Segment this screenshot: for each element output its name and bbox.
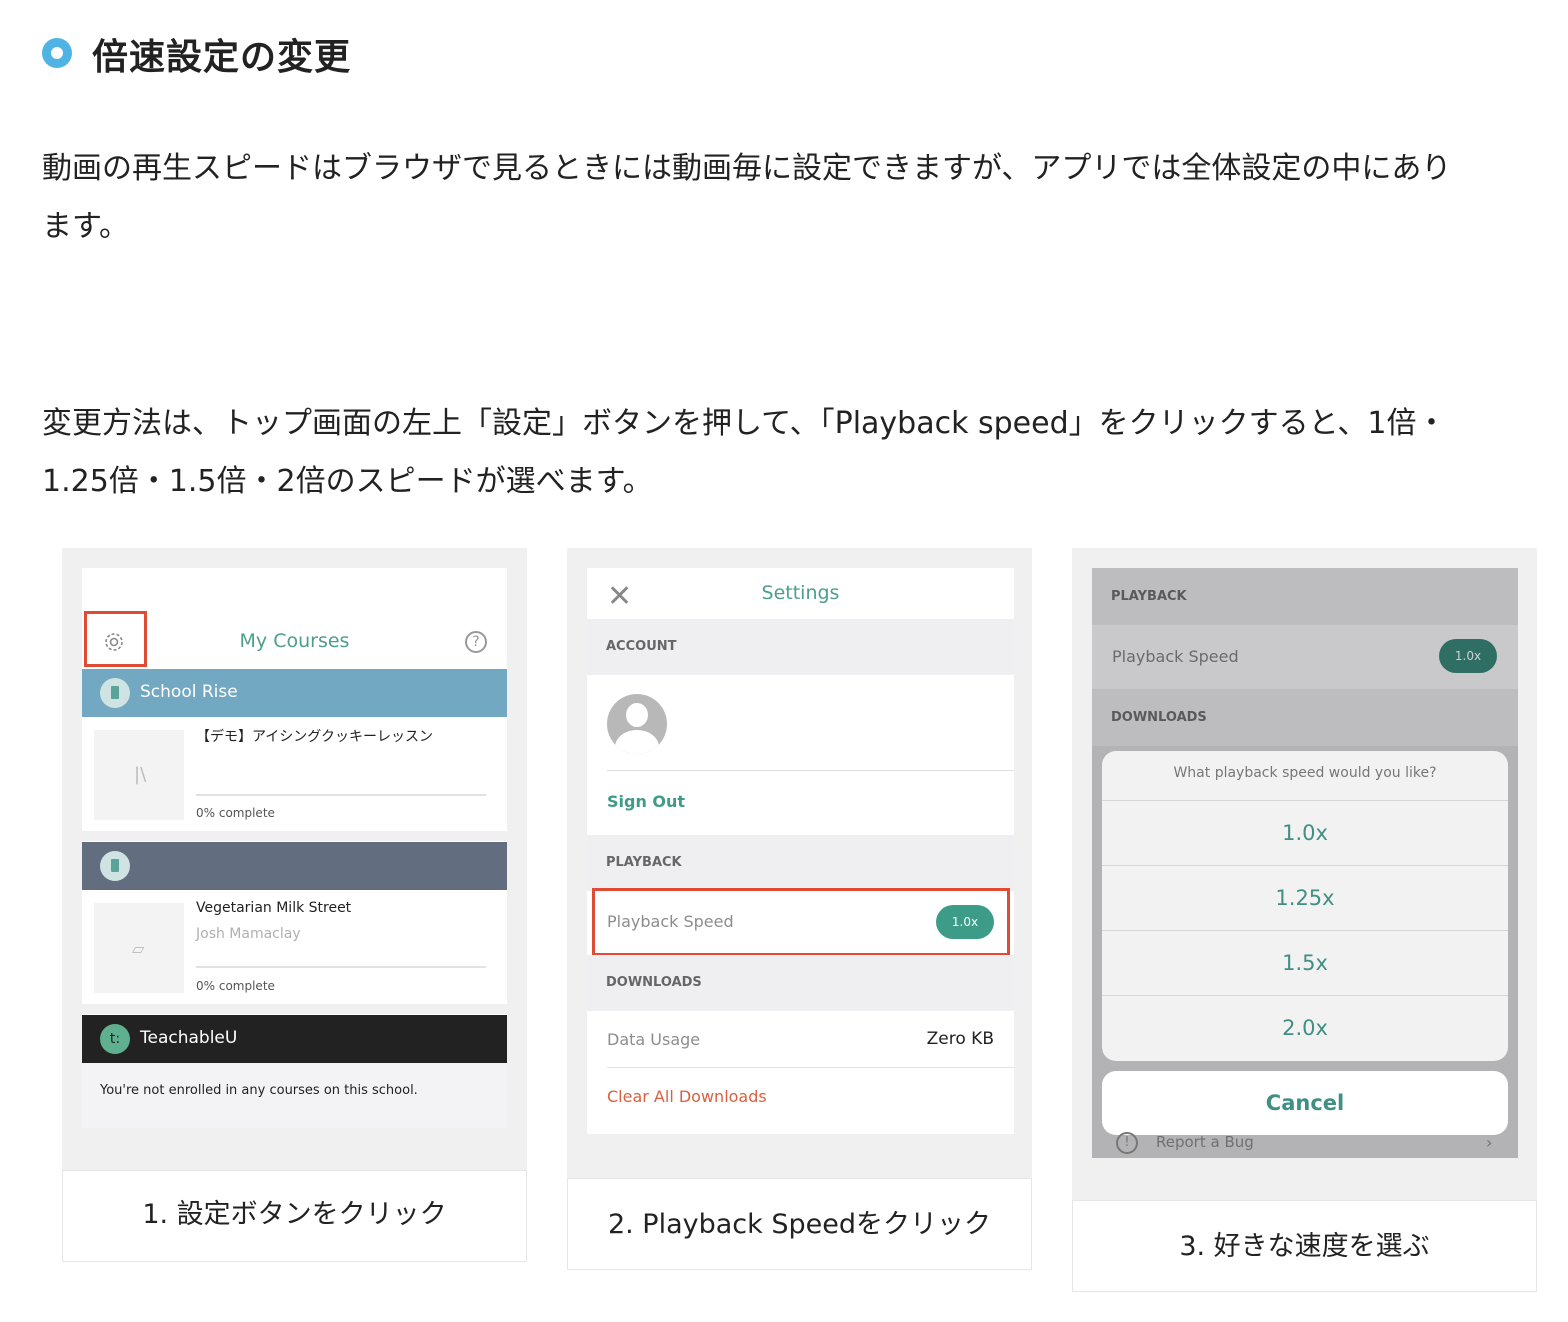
intro-paragraph: 動画の再生スピードはブラウザで見るときには動画毎に設定できますが、アプリでは全体… — [42, 140, 1542, 256]
speed-option-1-0x[interactable]: 1.0x — [1102, 800, 1508, 865]
step1-figure: My Courses ? School Rise |\ 【デモ】アイシングクッキ… — [62, 548, 527, 1262]
settings-title: Settings — [761, 582, 840, 604]
heading-bullet-icon — [42, 38, 72, 68]
step3-screenshot: PLAYBACK Playback Speed 1.0x DOWNLOADS W… — [1092, 568, 1518, 1158]
method-paragraph: 変更方法は、トップ画面の左上「設定」ボタンを押して、「Playback spee… — [42, 395, 1542, 511]
sign-out-link[interactable]: Sign Out — [607, 792, 685, 811]
downloads-section-header: DOWNLOADS — [587, 955, 1014, 1011]
playback-highlight-box — [592, 888, 1010, 956]
my-courses-title: My Courses — [239, 630, 350, 652]
speed-option-1-5x[interactable]: 1.5x — [1102, 930, 1508, 995]
empty-state: You're not enrolled in any courses on th… — [82, 1063, 507, 1128]
speed-option-2-0x[interactable]: 2.0x — [1102, 995, 1508, 1060]
help-icon[interactable]: ? — [465, 631, 487, 653]
method-line-1: 変更方法は、トップ画面の左上「設定」ボタンを押して、「Playback spee… — [42, 406, 1447, 441]
playback-section-header: PLAYBACK — [587, 835, 1014, 891]
school-icon — [100, 851, 130, 881]
course-title[interactable]: Vegetarian Milk Street — [196, 900, 351, 916]
data-usage-label: Data Usage — [607, 1030, 701, 1049]
step2-caption: 2. Playback Speedをクリック — [567, 1178, 1032, 1270]
step2-screenshot: ✕ Settings ACCOUNT Sign Out PLAYBACK Pla… — [587, 568, 1014, 1134]
data-usage-row[interactable]: Data Usage Zero KB — [587, 1011, 1014, 1067]
step3-figure: PLAYBACK Playback Speed 1.0x DOWNLOADS W… — [1072, 548, 1537, 1292]
divider — [607, 770, 1014, 771]
chevron-right-icon: › — [1486, 1133, 1493, 1152]
course-progress: 0% complete — [196, 979, 275, 993]
divider — [82, 831, 507, 841]
avatar — [607, 694, 667, 754]
report-bug-label: Report a Bug — [1156, 1133, 1254, 1151]
course-thumbnail[interactable]: |\ — [94, 730, 184, 820]
course-progress: 0% complete — [196, 806, 275, 820]
speed-action-sheet: What playback speed would you like? 1.0x… — [1102, 751, 1508, 1061]
action-sheet-title: What playback speed would you like? — [1173, 765, 1437, 781]
speed-option-1-25x[interactable]: 1.25x — [1102, 865, 1508, 930]
cancel-button[interactable]: Cancel — [1102, 1071, 1508, 1135]
alert-icon: ! — [1116, 1132, 1138, 1154]
teachableu-name: TeachableU — [140, 1028, 238, 1048]
teachableu-header[interactable]: t: TeachableU — [82, 1015, 507, 1063]
progress-bar — [196, 794, 486, 796]
account-section-header: ACCOUNT — [587, 619, 1014, 675]
course-author: Josh Mamaclay — [196, 926, 301, 942]
clear-downloads-link[interactable]: Clear All Downloads — [607, 1087, 767, 1106]
playback-speed-badge: 1.0x — [1439, 639, 1497, 673]
step1-caption: 1. 設定ボタンをクリック — [62, 1170, 527, 1262]
progress-bar — [196, 966, 486, 968]
course-thumbnail[interactable]: ▱ — [94, 903, 184, 993]
section-heading: 倍速設定の変更 — [92, 37, 352, 78]
course-title[interactable]: 【デモ】アイシングクッキーレッスン — [196, 726, 433, 746]
playback-section-header: PLAYBACK — [1092, 568, 1518, 625]
school-icon — [100, 678, 130, 708]
teachable-logo-icon: t: — [100, 1024, 130, 1054]
downloads-section-header: DOWNLOADS — [1092, 689, 1518, 746]
school-rise-header[interactable]: School Rise — [82, 669, 507, 717]
not-enrolled-message: You're not enrolled in any courses on th… — [100, 1083, 418, 1098]
school-rise-name: School Rise — [140, 682, 238, 702]
step1-screenshot: My Courses ? School Rise |\ 【デモ】アイシングクッキ… — [82, 568, 507, 1128]
divider — [82, 1004, 507, 1014]
intro-line-2: ます。 — [42, 209, 129, 244]
playback-speed-row: Playback Speed 1.0x — [1092, 625, 1518, 689]
data-usage-value: Zero KB — [926, 1029, 994, 1049]
step2-figure: ✕ Settings ACCOUNT Sign Out PLAYBACK Pla… — [567, 548, 1032, 1270]
step3-caption: 3. 好きな速度を選ぶ — [1072, 1200, 1537, 1292]
intro-line-1: 動画の再生スピードはブラウザで見るときには動画毎に設定できますが、アプリでは全体… — [42, 151, 1452, 186]
method-line-2: 1.25倍・1.5倍・2倍のスピードが選べます。 — [42, 464, 653, 499]
school-header[interactable] — [82, 842, 507, 890]
divider — [607, 1067, 1014, 1068]
